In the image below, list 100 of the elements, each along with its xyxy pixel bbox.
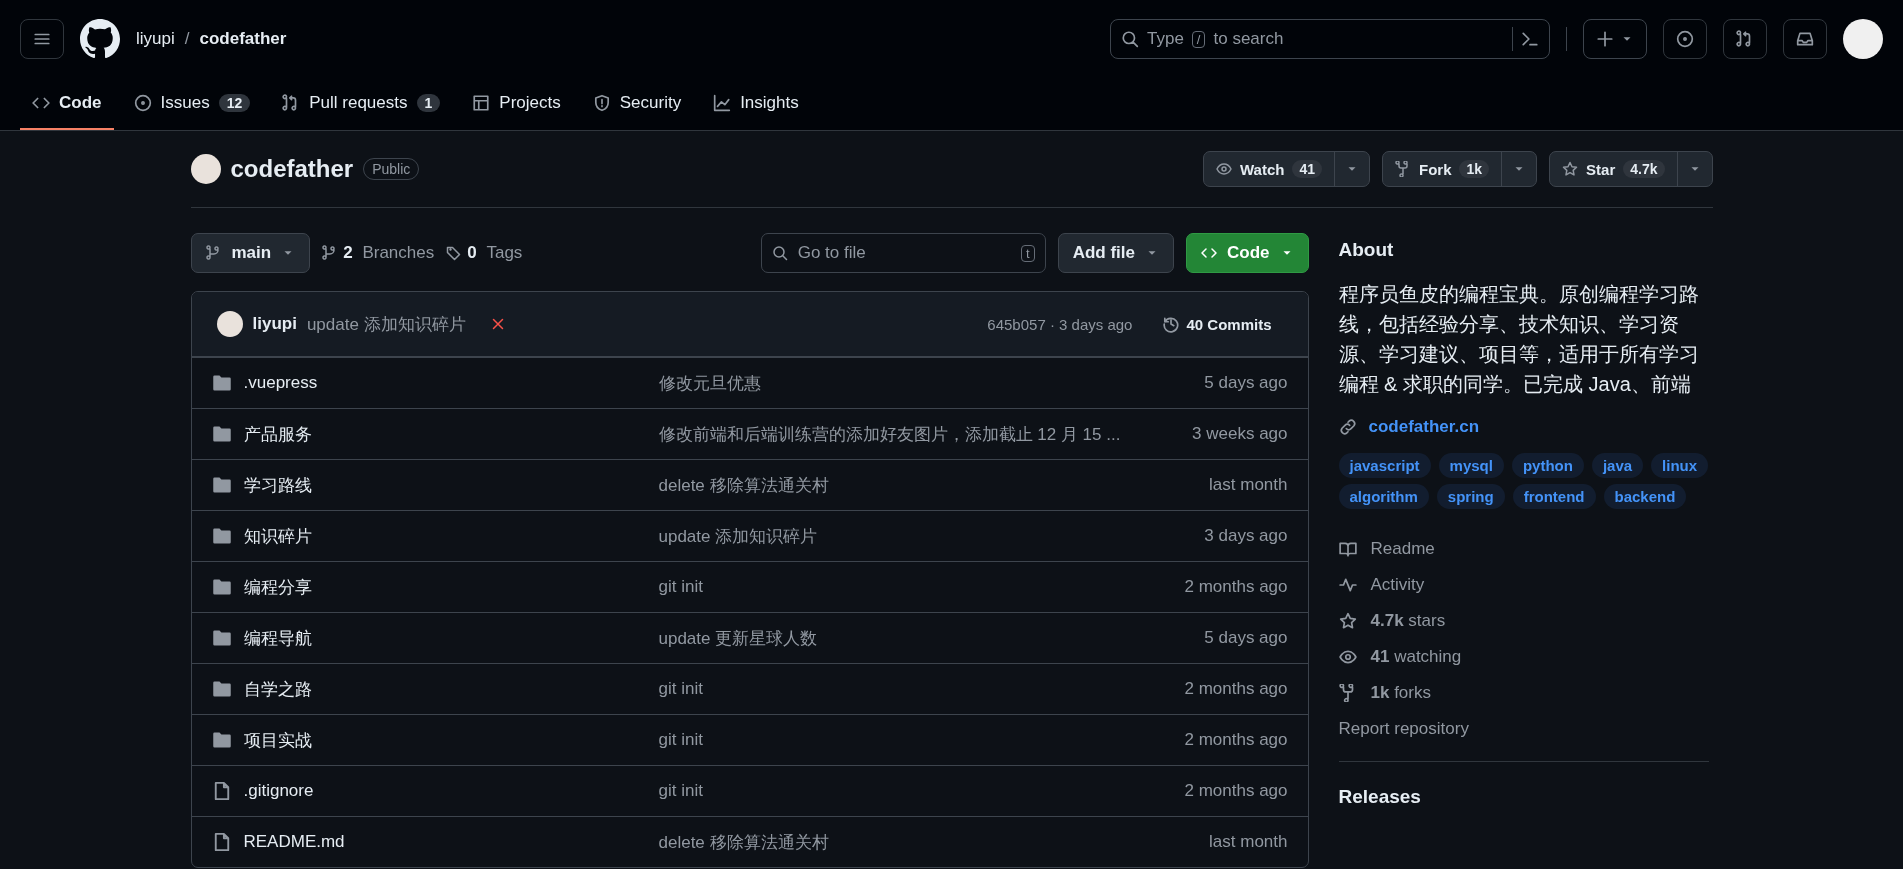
commit-message-link[interactable]: 修改元旦优惠 bbox=[658, 371, 1205, 395]
repo-tab[interactable]: Pull requests 1 bbox=[270, 78, 453, 130]
commit-time: last month bbox=[1209, 475, 1288, 495]
sidebar-link[interactable]: Activity bbox=[1370, 575, 1425, 595]
owner-link[interactable]: liyupi bbox=[136, 29, 175, 49]
search-icon bbox=[1121, 30, 1139, 48]
file-name-link[interactable]: 自学之路 bbox=[243, 677, 659, 701]
add-file-button[interactable]: Add file bbox=[1057, 233, 1174, 273]
commit-message-link[interactable]: git init bbox=[658, 781, 1185, 801]
file-name-link[interactable]: .vuepress bbox=[243, 373, 659, 393]
repo-link[interactable]: codefather bbox=[199, 29, 287, 49]
folder-icon bbox=[211, 628, 232, 648]
repo-tab[interactable]: Insights bbox=[701, 78, 811, 130]
commit-time: 2 months ago bbox=[1184, 730, 1288, 750]
branch-button[interactable]: main bbox=[190, 233, 311, 273]
commit-message-link[interactable]: update 添加知识碎片 bbox=[306, 312, 466, 336]
topic-tag[interactable]: backend bbox=[1603, 484, 1687, 509]
file-name-link[interactable]: 编程分享 bbox=[243, 575, 659, 599]
repo-tab[interactable]: Issues 12 bbox=[121, 78, 263, 130]
topic-tag[interactable]: algorithm bbox=[1338, 484, 1429, 509]
history-icon bbox=[1162, 315, 1181, 333]
file-name-link[interactable]: 编程导航 bbox=[243, 626, 659, 650]
issues-button[interactable] bbox=[1663, 19, 1707, 59]
sidebar-link[interactable]: Readme bbox=[1370, 539, 1435, 559]
user-avatar[interactable] bbox=[1843, 19, 1883, 59]
code-button[interactable]: Code bbox=[1186, 233, 1309, 273]
pull-requests-button[interactable] bbox=[1723, 19, 1767, 59]
topic-tag[interactable]: linux bbox=[1651, 453, 1709, 478]
website-link[interactable]: codefather.cn bbox=[1368, 417, 1480, 437]
menu-button[interactable] bbox=[20, 19, 64, 59]
file-name-link[interactable]: 产品服务 bbox=[243, 422, 659, 446]
commit-message-link[interactable]: git init bbox=[658, 730, 1185, 750]
search-field[interactable]: Type / to search bbox=[1110, 19, 1550, 59]
file-name-link[interactable]: 知识碎片 bbox=[243, 524, 659, 548]
star-icon bbox=[1562, 161, 1579, 177]
file-name-link[interactable]: 学习路线 bbox=[243, 473, 659, 497]
repo-tab[interactable]: Projects bbox=[460, 78, 573, 130]
commit-message-link[interactable]: 修改前端和后端训练营的添加好友图片，添加截止 12 月 15 ... bbox=[658, 422, 1193, 446]
count-badge: 1k bbox=[1459, 160, 1490, 178]
count-badge: 12 bbox=[218, 94, 251, 112]
link-icon bbox=[1338, 418, 1357, 436]
go-to-file-field[interactable]: Go to file t bbox=[760, 233, 1046, 273]
terminal-icon bbox=[1521, 30, 1539, 48]
file-name-link[interactable]: README.md bbox=[243, 832, 659, 852]
topic-tag[interactable]: python bbox=[1511, 453, 1584, 478]
eye-icon bbox=[1215, 161, 1232, 177]
folder-icon bbox=[211, 475, 232, 495]
topic-tag[interactable]: mysql bbox=[1438, 453, 1504, 478]
breadcrumb-separator: / bbox=[184, 29, 190, 49]
fork-icon bbox=[1394, 161, 1411, 177]
commit-message-link[interactable]: update 更新星球人数 bbox=[658, 626, 1205, 650]
branches-link[interactable]: 2 Branches bbox=[322, 243, 435, 263]
report-link[interactable]: Report repository bbox=[1338, 711, 1709, 747]
commit-hash-time: 645b057 · 3 days ago bbox=[987, 315, 1133, 333]
octocat-logo-icon[interactable] bbox=[80, 19, 120, 59]
topic-tag[interactable]: frontend bbox=[1512, 484, 1596, 509]
repo-action-button[interactable]: Watch 41 bbox=[1203, 152, 1334, 186]
commit-message-link[interactable]: git init bbox=[658, 679, 1185, 699]
repo-tab[interactable]: Security bbox=[580, 78, 694, 130]
folder-icon bbox=[211, 679, 232, 699]
sidebar-link[interactable]: 1k forks bbox=[1370, 683, 1431, 703]
topic-tag[interactable]: javascript bbox=[1338, 453, 1431, 478]
eye-icon bbox=[1338, 648, 1357, 666]
inbox-button[interactable] bbox=[1783, 19, 1827, 59]
plus-icon bbox=[1596, 30, 1614, 48]
code-icon bbox=[1201, 245, 1217, 261]
commit-message-link[interactable]: git init bbox=[658, 577, 1185, 597]
file-name-link[interactable]: 项目实战 bbox=[243, 728, 659, 752]
commit-time: last month bbox=[1209, 832, 1288, 852]
commit-message-link[interactable]: delete 移除算法通关村 bbox=[658, 830, 1210, 854]
repo-action-button[interactable]: Star 4.7k bbox=[1550, 152, 1677, 186]
author-avatar bbox=[216, 311, 243, 337]
count-badge: 41 bbox=[1292, 160, 1322, 178]
folder-icon bbox=[211, 526, 232, 546]
create-button[interactable] bbox=[1583, 19, 1647, 59]
folder-icon bbox=[211, 730, 232, 750]
topic-tag[interactable]: java bbox=[1591, 453, 1644, 478]
sidebar-link[interactable]: 41 watching bbox=[1370, 647, 1462, 667]
count-badge: 1 bbox=[416, 94, 441, 112]
commit-time: 2 months ago bbox=[1184, 781, 1288, 801]
repo-action-button[interactable]: Fork 1k bbox=[1382, 152, 1502, 186]
commits-link[interactable]: 40 Commits bbox=[1156, 314, 1278, 334]
commit-author-link[interactable]: liyupi bbox=[252, 314, 297, 334]
file-name-link[interactable]: .gitignore bbox=[243, 781, 659, 801]
repo-owner-avatar bbox=[190, 154, 221, 184]
commit-message-link[interactable]: update 添加知识碎片 bbox=[658, 524, 1205, 548]
branch-icon bbox=[205, 245, 222, 261]
folder-icon bbox=[211, 577, 232, 597]
commit-time: 5 days ago bbox=[1204, 628, 1288, 648]
about-heading: About bbox=[1338, 239, 1395, 261]
tags-link[interactable]: 0 Tags bbox=[446, 243, 523, 263]
book-icon bbox=[1338, 540, 1357, 558]
repo-description: 程序员鱼皮的编程宝典。原创编程学习路线，包括经验分享、技术知识、学习资源、学习建议、项目等，适用于所有学习编程 & 求职的同学。已完成 Java、前端 bbox=[1338, 282, 1700, 397]
sidebar-link[interactable]: 4.7k stars bbox=[1370, 611, 1446, 631]
commit-time: 2 months ago bbox=[1184, 679, 1288, 699]
commit-time: 2 months ago bbox=[1184, 577, 1288, 597]
topic-tag[interactable]: spring bbox=[1436, 484, 1505, 509]
graph-icon bbox=[713, 94, 732, 112]
repo-tab[interactable]: Code bbox=[20, 78, 114, 130]
commit-message-link[interactable]: delete 移除算法通关村 bbox=[658, 473, 1210, 497]
